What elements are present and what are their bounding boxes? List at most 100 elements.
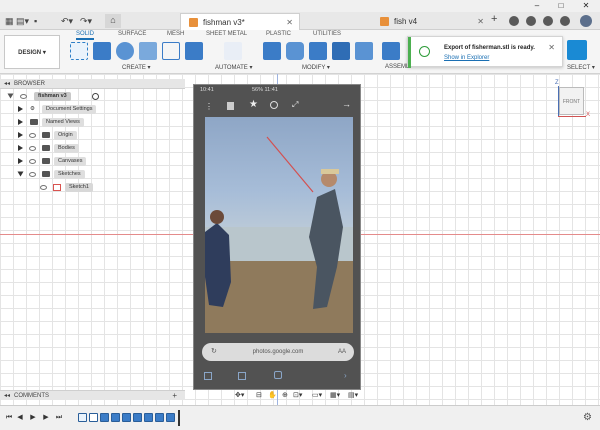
view-cube[interactable]: FRONT (559, 87, 584, 115)
workspace-switcher[interactable]: DESIGN ▾ (4, 35, 60, 69)
timeline-feature[interactable] (122, 413, 131, 422)
collapse-icon[interactable]: ◂◂ (4, 391, 10, 401)
step-back-icon[interactable]: ◀ (16, 413, 24, 422)
group-create[interactable]: CREATE ▾ (122, 64, 151, 71)
fit-icon[interactable]: ⊡▾ (293, 389, 302, 402)
visibility-icon[interactable] (29, 146, 36, 151)
show-in-explorer-link[interactable]: Show in Explorer (444, 55, 489, 61)
browser-item-document-settings[interactable]: ⚙ Document Settings (18, 104, 108, 115)
group-select[interactable]: SELECT ▾ (567, 64, 595, 71)
combine-icon[interactable] (355, 42, 373, 60)
pan-hand-icon[interactable]: ✋ (268, 389, 277, 402)
notifications-icon[interactable] (543, 16, 553, 26)
toast-close-icon[interactable]: ✕ (548, 43, 555, 52)
add-comment-icon[interactable]: + (172, 391, 177, 401)
tab-mesh[interactable]: MESH (167, 31, 184, 37)
file-menu-icon[interactable]: ▤▾ (16, 15, 29, 27)
select-arrow-icon[interactable] (567, 40, 587, 60)
visibility-icon[interactable] (29, 133, 36, 138)
grid-settings-icon[interactable]: ▦▾ (330, 389, 340, 402)
extrude-icon[interactable] (93, 42, 111, 60)
active-radio-icon[interactable] (92, 93, 99, 100)
zoom-icon[interactable]: ⊕ (282, 389, 288, 402)
orbit-icon[interactable]: ✥▾ (235, 389, 244, 402)
tab-plastic[interactable]: PLASTIC (266, 31, 291, 37)
job-status-icon[interactable] (526, 16, 536, 26)
pattern-icon[interactable] (162, 42, 180, 60)
collapse-icon[interactable]: ◂◂ (4, 79, 10, 89)
help-icon[interactable] (560, 16, 570, 26)
timeline-feature[interactable] (89, 413, 98, 422)
minimize-button[interactable]: – (526, 0, 548, 12)
expand-icon[interactable] (18, 106, 23, 112)
browser-item-origin[interactable]: Origin (18, 130, 108, 141)
tab-utilities[interactable]: UTILITIES (313, 31, 341, 37)
visibility-icon[interactable] (20, 94, 27, 99)
comments-panel[interactable]: ◂◂ COMMENTS + (0, 390, 185, 400)
go-to-start-icon[interactable]: ⏮ (5, 413, 13, 422)
visibility-icon[interactable] (40, 185, 47, 190)
create-sketch-icon[interactable] (70, 42, 88, 60)
chamfer-icon[interactable] (309, 42, 327, 60)
browser-header[interactable]: ◂◂ BROWSER (0, 79, 185, 89)
new-tab-icon[interactable]: + (491, 13, 497, 25)
timeline-feature[interactable] (100, 413, 109, 422)
expand-icon[interactable] (18, 119, 23, 125)
group-modify[interactable]: MODIFY ▾ (302, 64, 330, 71)
hole-icon[interactable] (139, 42, 157, 60)
browser-item-bodies[interactable]: Bodies (18, 143, 108, 154)
browser-item-canvases[interactable]: Canvases (18, 156, 108, 167)
canvas-image-phone-screenshot[interactable]: 10:41 56% 11:41 ⋮ ★ ⤢ → ↻ photos.google.… (193, 84, 361, 390)
expand-icon[interactable] (18, 145, 23, 151)
home-icon[interactable]: ⌂ (105, 14, 121, 28)
timeline-feature[interactable] (144, 413, 153, 422)
extensions-icon[interactable] (509, 16, 519, 26)
browser-root[interactable]: fishman v3 (6, 91, 101, 102)
app-grid-icon[interactable]: ▦ (5, 15, 14, 27)
timeline-marker[interactable] (178, 410, 180, 426)
close-window-button[interactable]: ✕ (575, 0, 597, 12)
close-tab-icon[interactable]: ✕ (286, 14, 293, 31)
tab-sheet-metal[interactable]: SHEET METAL (206, 31, 247, 37)
play-icon[interactable]: ▶ (29, 413, 37, 422)
step-forward-icon[interactable]: ▶ (42, 413, 50, 422)
redo-icon[interactable]: ↷▾ (80, 15, 92, 27)
browser-item-named-views[interactable]: Named Views (18, 117, 108, 128)
revolve-icon[interactable] (116, 42, 134, 60)
avatar[interactable] (580, 15, 592, 27)
expand-icon[interactable] (18, 132, 23, 138)
maximize-button[interactable]: □ (550, 0, 572, 12)
go-to-end-icon[interactable]: ⏭ (55, 413, 63, 422)
shell-icon[interactable] (332, 42, 350, 60)
timeline-feature[interactable] (155, 413, 164, 422)
expand-icon[interactable] (18, 158, 23, 164)
browser-item-sketches[interactable]: Sketches (17, 169, 108, 180)
automate-icon[interactable] (224, 42, 242, 60)
tab-solid[interactable]: SOLID (76, 31, 95, 40)
save-icon[interactable]: ▪ (34, 15, 37, 27)
visibility-icon[interactable] (29, 172, 36, 177)
timeline-feature[interactable] (78, 413, 87, 422)
visibility-icon[interactable] (29, 159, 36, 164)
view-cube-face[interactable]: FRONT (563, 99, 580, 105)
expand-icon[interactable] (17, 171, 24, 177)
group-automate[interactable]: AUTOMATE ▾ (215, 64, 252, 71)
timeline-feature[interactable] (166, 413, 175, 422)
display-settings-icon[interactable]: ▭▾ (312, 389, 322, 402)
undo-icon[interactable]: ↶▾ (61, 15, 73, 27)
fillet-icon[interactable] (286, 42, 304, 60)
timeline-feature[interactable] (111, 413, 120, 422)
press-pull-icon[interactable] (263, 42, 281, 60)
close-tab-icon[interactable]: ✕ (477, 13, 484, 30)
browser-item-sketch1[interactable]: Sketch1 (38, 182, 108, 193)
viewports-icon[interactable]: ▤▾ (348, 389, 358, 402)
timeline-settings-icon[interactable]: ⚙ (583, 412, 592, 423)
tab-surface[interactable]: SURFACE (118, 31, 146, 37)
timeline-feature[interactable] (133, 413, 142, 422)
new-component-icon[interactable] (382, 42, 400, 60)
expand-icon[interactable] (7, 93, 14, 99)
look-at-icon[interactable]: ⊟ (256, 389, 262, 402)
tab-fishman-v3[interactable]: fishman v3* ✕ (180, 13, 300, 30)
mirror-icon[interactable] (185, 42, 203, 60)
tab-fish-v4[interactable]: fish v4 ✕ (372, 13, 490, 30)
